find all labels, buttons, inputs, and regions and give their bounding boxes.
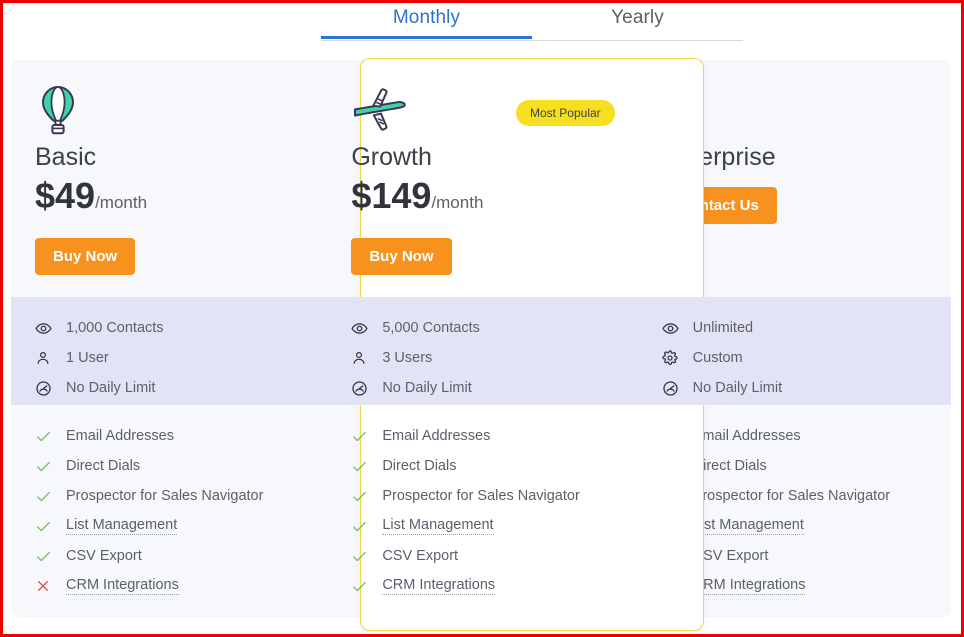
browser-viewport: Monthly Yearly Basic $49/month Buy Now Email… — [0, 0, 964, 637]
plan-stats-basic: 1,000 Contacts 1 User No Daily Limit — [11, 297, 324, 405]
stat-row: Unlimited — [662, 313, 951, 343]
gauge-icon — [662, 380, 684, 397]
feature-label: Direct Dials — [66, 458, 141, 474]
billing-period-tabs: Monthly Yearly — [321, 3, 743, 41]
feature-row: Email Addresses — [351, 421, 637, 451]
feature-row: List Management — [35, 511, 324, 541]
feature-row: Prospector for Sales Navigator — [662, 481, 951, 511]
stat-row: 1,000 Contacts — [35, 313, 324, 343]
plan-column-growth: Most Popular Growth $149/month Buy Now Email… — [324, 60, 637, 617]
feature-row: CSV Export — [662, 541, 951, 571]
rocket-icon — [662, 84, 951, 136]
most-popular-badge: Most Popular — [515, 100, 615, 126]
feature-label: Email Addresses — [66, 428, 174, 444]
feature-row: List Management — [351, 511, 637, 541]
check-icon — [351, 578, 373, 595]
feature-label: CSV Export — [66, 548, 142, 564]
stat-label: No Daily Limit — [692, 380, 783, 396]
plan-name: Enterprise — [661, 143, 776, 171]
tab-yearly[interactable]: Yearly — [532, 3, 743, 39]
plan-price-period: /month — [95, 193, 148, 212]
feature-label[interactable]: CRM Integrations — [66, 577, 179, 595]
feature-row: CRM Integrations — [662, 571, 951, 601]
tab-monthly[interactable]: Monthly — [321, 3, 532, 39]
check-icon — [35, 428, 57, 445]
plan-price: $149/month — [351, 174, 637, 225]
feature-label: CSV Export — [692, 548, 769, 564]
buy-now-button-growth[interactable]: Buy Now — [351, 238, 452, 275]
feature-label[interactable]: List Management — [692, 517, 804, 535]
plan-stats-enterprise: Unlimited Custom No Daily Limit — [638, 297, 951, 405]
feature-label: Direct Dials — [382, 458, 457, 474]
cross-icon — [35, 578, 57, 594]
check-icon — [351, 428, 373, 445]
plan-header-growth: Most Popular Growth $149/month Buy Now — [324, 60, 637, 297]
feature-list-growth: Email Addresses Direct Dials Prospector fo… — [324, 405, 637, 601]
feature-label[interactable]: CRM Integrations — [382, 577, 496, 595]
user-icon — [35, 350, 57, 366]
feature-label: Email Addresses — [692, 428, 801, 444]
feature-label[interactable]: List Management — [382, 517, 494, 535]
gauge-icon — [35, 380, 57, 397]
feature-label[interactable]: List Management — [66, 517, 178, 535]
eye-icon — [35, 320, 57, 337]
stat-row: No Daily Limit — [35, 373, 324, 403]
stat-row: 1 User — [35, 343, 324, 373]
feature-row: Email Addresses — [662, 421, 951, 451]
check-icon — [35, 458, 57, 475]
gear-icon — [662, 350, 684, 366]
check-icon — [35, 548, 57, 565]
eye-icon — [662, 320, 684, 337]
check-icon — [35, 518, 57, 535]
feature-row: CRM Integrations — [35, 571, 324, 601]
feature-row: Prospector for Sales Navigator — [351, 481, 637, 511]
feature-list-basic: Email Addresses Direct Dials Prospector fo… — [11, 405, 324, 601]
feature-row: CSV Export — [351, 541, 637, 571]
buy-now-button-basic[interactable]: Buy Now — [35, 238, 136, 275]
feature-row: CSV Export — [35, 541, 324, 571]
plan-price-amount: $49 — [35, 175, 96, 216]
stat-label: 1 User — [66, 350, 109, 366]
stat-label: 1,000 Contacts — [66, 320, 164, 336]
feature-label: Prospector for Sales Navigator — [692, 488, 891, 504]
feature-label: Prospector for Sales Navigator — [382, 488, 580, 504]
plan-price-amount: $149 — [351, 175, 432, 216]
feature-row: Direct Dials — [351, 451, 637, 481]
stat-label: Unlimited — [692, 320, 754, 336]
pricing-panel: Basic $49/month Buy Now Email Addresses Dire… — [11, 58, 951, 631]
check-icon — [351, 458, 373, 475]
plan-name: Basic — [35, 143, 97, 171]
feature-row: Direct Dials — [35, 451, 324, 481]
feature-row: Direct Dials — [662, 451, 951, 481]
stat-label: Custom — [692, 350, 743, 366]
feature-label: Email Addresses — [382, 428, 491, 444]
feature-row: CRM Integrations — [351, 571, 637, 601]
stat-row: No Daily Limit — [662, 373, 951, 403]
check-icon — [351, 518, 373, 535]
check-icon — [351, 488, 373, 505]
check-icon — [35, 488, 57, 505]
feature-label[interactable]: CRM Integrations — [692, 577, 806, 595]
feature-label: Prospector for Sales Navigator — [66, 488, 264, 504]
feature-row: Prospector for Sales Navigator — [35, 481, 324, 511]
plan-price-period: /month — [431, 193, 484, 212]
check-icon — [351, 548, 373, 565]
feature-row: List Management — [662, 511, 951, 541]
feature-label: CSV Export — [382, 548, 459, 564]
plan-name: Growth — [351, 143, 432, 171]
stat-row: Custom — [662, 343, 951, 373]
feature-row: Email Addresses — [35, 421, 324, 451]
plan-header-basic: Basic $49/month Buy Now — [11, 60, 324, 297]
stat-label: No Daily Limit — [66, 380, 156, 396]
plan-price: $49/month — [35, 174, 324, 225]
hot-air-balloon-icon — [35, 84, 324, 136]
